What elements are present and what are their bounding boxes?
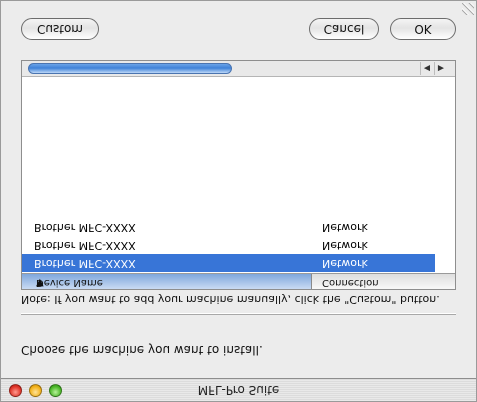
- table-header: Device Name ▼ Connection: [22, 273, 455, 289]
- cancel-button[interactable]: Cancel: [309, 18, 379, 40]
- ok-button[interactable]: OK: [390, 18, 456, 40]
- table-row[interactable]: Brother MFC-XXXX Network: [22, 218, 435, 236]
- device-name-cell: Brother MFC-XXXX: [34, 257, 136, 270]
- resize-grip[interactable]: [462, 3, 474, 15]
- scrollbar-thumb[interactable]: [28, 63, 232, 74]
- table-row[interactable]: Brother MFC-XXXX Network: [22, 254, 435, 272]
- separator: [21, 313, 456, 315]
- table-row[interactable]: Brother MFC-XXXX Network: [22, 236, 435, 254]
- arrow-right-icon[interactable]: ▶: [434, 62, 447, 75]
- horizontal-scrollbar[interactable]: ◀ ▶: [22, 61, 455, 77]
- title-bar[interactable]: MFL-Pro Suite: [1, 378, 476, 401]
- connection-cell: Network: [322, 239, 368, 252]
- connection-cell: Network: [322, 221, 368, 234]
- window-title: MFL-Pro Suite: [197, 383, 280, 397]
- triangle-down-icon: ▼: [36, 277, 44, 288]
- device-name-cell: Brother MFC-XXXX: [34, 239, 136, 252]
- dialog-window: MFL-Pro Suite Choose the machine you wan…: [0, 0, 477, 402]
- connection-cell: Network: [322, 257, 368, 270]
- arrow-left-icon[interactable]: ◀: [420, 62, 433, 75]
- device-table[interactable]: Device Name ▼ Connection Brother MFC-XXX…: [21, 60, 456, 290]
- choose-machine-label: Choose the machine you want to install.: [21, 343, 263, 357]
- note-label: Note: If you want to add your machine ma…: [21, 293, 440, 306]
- column-header-connection[interactable]: Connection: [312, 274, 455, 289]
- custom-button[interactable]: Custom: [21, 18, 99, 40]
- column-header-label: Connection: [322, 277, 379, 288]
- column-header-device-name[interactable]: Device Name ▼: [22, 274, 312, 289]
- device-name-cell: Brother MFC-XXXX: [34, 221, 136, 234]
